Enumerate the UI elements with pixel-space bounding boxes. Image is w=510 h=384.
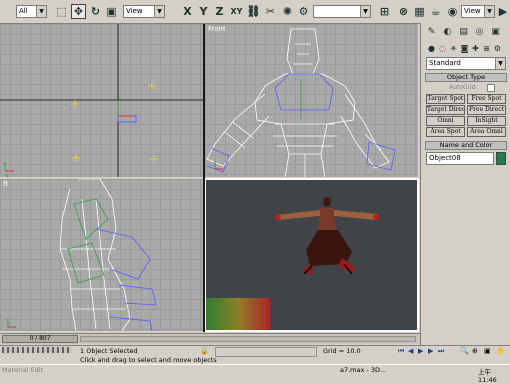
front-view-wireframe	[206, 28, 396, 177]
category-dropdown-value: Standard	[429, 59, 461, 67]
chevron-down-icon: ▼	[495, 58, 505, 69]
status-bar: 1 Object Selected Click and drag to sele…	[0, 345, 510, 365]
zoom-icon[interactable]: 🔍	[460, 347, 469, 355]
bind-space-warp-icon[interactable]: ✺	[280, 4, 295, 19]
viewport-nav-controls: 🔍 ⊕ ▣ ✋	[460, 347, 508, 363]
area-spot-button[interactable]: Area Spot	[426, 127, 465, 137]
area-omni-button[interactable]: Area Omni	[467, 127, 506, 137]
prompt-line: Click and drag to select and move object…	[80, 356, 217, 364]
color-gradient-overlay	[206, 298, 270, 330]
top-view-content	[0, 24, 203, 177]
display-tab-icon[interactable]: ▣	[488, 25, 503, 40]
render-type-dropdown[interactable]: View ▼	[461, 5, 495, 18]
goto-end-icon[interactable]: ⏭	[438, 347, 444, 356]
coord-system-value: View	[126, 7, 143, 15]
quick-render-icon[interactable]: ◉	[445, 4, 460, 19]
y-axis-constraint-button[interactable]: Y	[196, 4, 211, 19]
zoom-extents-icon[interactable]: ▣	[484, 347, 491, 355]
object-name-field[interactable]: Object08	[426, 152, 494, 165]
track-bar[interactable]	[80, 336, 416, 342]
goto-start-icon[interactable]: ⏮	[398, 347, 404, 356]
zoom-all-icon[interactable]: ⊕	[472, 347, 478, 355]
material-editor-icon[interactable]: ⊗	[396, 4, 411, 19]
autogrid-row: AutoGrid	[431, 84, 501, 92]
chevron-down-icon: ▼	[484, 6, 494, 17]
name-and-color-rollout[interactable]: Name and Color	[425, 141, 507, 150]
insight-button[interactable]: InSight	[467, 116, 506, 126]
command-panel-tabs: ✎ ◐ ▤ ◎ ▣	[424, 25, 508, 39]
free-direct-button[interactable]: Free Direct	[467, 105, 506, 115]
lock-selection-icon[interactable]: 🔒	[200, 347, 209, 355]
xy-plane-constraint-button[interactable]: XY	[229, 4, 244, 19]
object-name-value: Object08	[429, 154, 461, 162]
chevron-down-icon: ▼	[154, 6, 164, 17]
render-view-value: View	[464, 7, 481, 15]
taskbar-left-item[interactable]: Material Edit	[2, 366, 43, 374]
main-toolbar: All ▼ ⬚ ✥ ↻ ▣ View ▼ X Y Z XY ⛓ ✂ ✺ ⚙ ▼ …	[0, 0, 510, 24]
object-category-dropdown[interactable]: Standard ▼	[426, 57, 506, 70]
command-panel: ✎ ◐ ▤ ◎ ▣ ● ◌ ☀ ◙ ✚ ≋ ⚙ Standard ▼ Objec…	[420, 23, 510, 345]
timeline-bar: 0 / 807	[0, 333, 420, 344]
link-icon[interactable]: ⛓	[246, 4, 261, 19]
autogrid-label: AutoGrid	[449, 84, 476, 91]
viewport-front[interactable]: Front	[205, 24, 418, 177]
align-icon[interactable]: ⊞	[377, 4, 392, 19]
named-selection-dropdown[interactable]: ▼	[313, 5, 371, 18]
chevron-down-icon: ▼	[360, 6, 370, 17]
z-axis-constraint-button[interactable]: Z	[212, 4, 227, 19]
grid-size-display: Grid = 10.0	[323, 347, 361, 355]
coordinate-display	[215, 347, 317, 357]
viewport-left[interactable]: ft	[0, 179, 203, 331]
frame-counter: 0 / 807	[29, 335, 51, 342]
unlink-icon[interactable]: ✂	[263, 4, 278, 19]
track-view-icon[interactable]: ▦	[412, 4, 427, 19]
target-spot-button[interactable]: Target Spot	[426, 94, 465, 104]
omni-button[interactable]: Omni	[426, 116, 465, 126]
viewport-top[interactable]	[0, 24, 203, 177]
target-direct-button[interactable]: Target Direct	[426, 105, 465, 115]
x-axis-constraint-button[interactable]: X	[180, 4, 195, 19]
mirror-icon[interactable]: ⚙	[296, 4, 311, 19]
render-last-icon[interactable]: ▶	[497, 4, 509, 19]
free-spot-button[interactable]: Free Spot	[467, 94, 506, 104]
taskbar-window-button[interactable]: a7.max - 3D...	[340, 366, 386, 374]
viewport-perspective[interactable]	[204, 178, 419, 332]
prev-frame-icon[interactable]: ◀	[408, 347, 413, 355]
selection-filter-dropdown[interactable]: All ▼	[16, 5, 47, 18]
select-rotate-icon[interactable]: ↻	[88, 4, 103, 19]
viewport-divider	[203, 24, 205, 332]
windows-taskbar: Material Edit a7.max - 3D... 上午 11:46	[0, 364, 510, 384]
keyframe-indicators	[2, 347, 72, 353]
autogrid-checkbox[interactable]	[487, 84, 495, 92]
object-type-rollout[interactable]: Object Type	[425, 73, 507, 82]
time-slider[interactable]: 0 / 807	[2, 335, 78, 343]
category-icons: ● ◌ ☀ ◙ ✚ ≋ ⚙	[424, 41, 508, 53]
create-tab-icon[interactable]: ✎	[424, 25, 439, 40]
select-scale-icon[interactable]: ▣	[104, 4, 119, 19]
hierarchy-tab-icon[interactable]: ▤	[456, 25, 471, 40]
left-view-wireframe	[7, 179, 157, 331]
reference-coord-dropdown[interactable]: View ▼	[123, 5, 165, 18]
select-object-icon[interactable]: ⬚	[54, 4, 69, 19]
object-color-swatch[interactable]	[496, 152, 506, 165]
render-scene-icon[interactable]: ☕	[428, 4, 443, 19]
selection-status: 1 Object Selected	[80, 347, 138, 355]
pan-icon[interactable]: ✋	[496, 347, 505, 355]
selection-filter-value: All	[19, 7, 28, 15]
next-frame-icon[interactable]: ▶	[428, 347, 433, 355]
play-icon[interactable]: ▶	[418, 347, 423, 355]
chevron-down-icon: ▼	[36, 6, 46, 17]
systems-icon[interactable]: ⚙	[490, 41, 505, 56]
motion-tab-icon[interactable]: ◎	[472, 25, 487, 40]
modify-tab-icon[interactable]: ◐	[440, 25, 455, 40]
select-move-icon[interactable]: ✥	[71, 4, 86, 19]
system-clock: 上午 11:46	[478, 368, 497, 384]
playback-controls: ⏮ ◀ ▶ ▶ ⏭	[398, 347, 454, 355]
